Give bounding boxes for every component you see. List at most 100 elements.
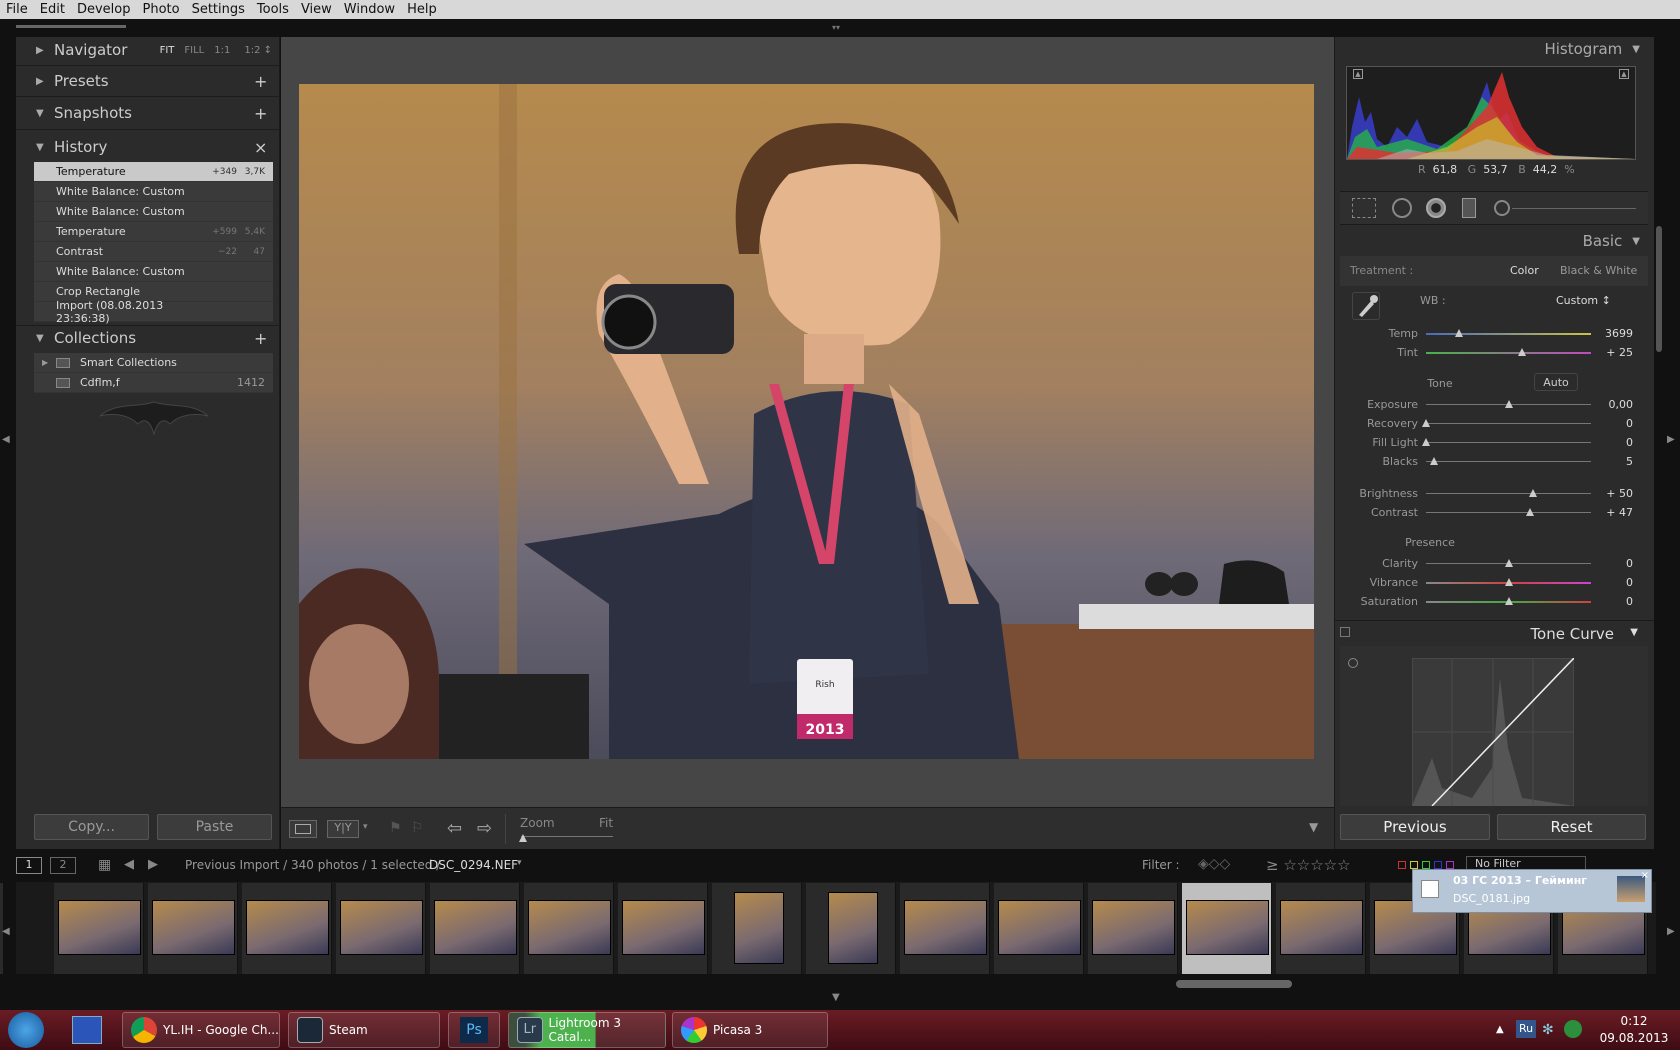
wb-dropdown[interactable]: Custom ↕ [1556, 294, 1611, 307]
filmstrip-thumbnail[interactable] [618, 883, 708, 974]
shadow-clip-toggle-icon[interactable]: ▲ [1353, 69, 1363, 79]
recovery-slider-knob[interactable] [1422, 419, 1430, 427]
reject-flag-icon[interactable]: ⚐ [411, 820, 424, 836]
network-icon[interactable]: ✻ [1542, 1022, 1554, 1038]
nav-fill[interactable]: FILL [184, 45, 204, 56]
reset-button[interactable]: Reset [1497, 814, 1646, 840]
filmstrip-thumbnail[interactable] [524, 883, 614, 974]
nav-fit[interactable]: FIT [160, 45, 175, 56]
menu-develop[interactable]: Develop [71, 2, 137, 17]
clarity-slider-knob[interactable] [1504, 559, 1513, 567]
dropdown-arrow-icon[interactable]: ▾ [363, 822, 368, 832]
filmstrip-thumbnail[interactable] [242, 883, 332, 974]
brightness-slider[interactable] [1426, 493, 1591, 494]
saturation-value[interactable]: 0 [1593, 595, 1633, 608]
purple-label-filter-icon[interactable] [1446, 861, 1454, 869]
panel-grip-icon[interactable]: ▾▾ [832, 23, 846, 32]
filmstrip-thumbnail[interactable] [1088, 883, 1178, 974]
vibrance-slider-knob[interactable] [1504, 578, 1513, 586]
treatment-bw[interactable]: Black & White [1560, 264, 1637, 277]
brush-slider[interactable] [1512, 208, 1636, 209]
history-step[interactable]: Temperature +599 5,4K [34, 222, 273, 242]
treatment-color[interactable]: Color [1510, 264, 1539, 277]
menu-help[interactable]: Help [401, 2, 443, 17]
menu-window[interactable]: Window [338, 2, 401, 17]
spot-removal-icon[interactable] [1392, 198, 1412, 218]
monitor-1-button[interactable]: 1 [16, 857, 42, 874]
clarity-value[interactable]: 0 [1593, 557, 1633, 570]
add-preset-icon[interactable]: + [254, 72, 280, 91]
blacks-slider-knob[interactable] [1430, 457, 1439, 465]
monitor-2-button[interactable]: 2 [50, 857, 76, 874]
filmstrip-thumbnail[interactable] [806, 883, 896, 974]
close-icon[interactable]: × [1641, 870, 1649, 881]
histogram-header[interactable]: Histogram ▼ [1334, 36, 1654, 62]
contrast-value[interactable]: + 47 [1593, 506, 1633, 519]
right-panel-toggle-icon[interactable]: ▶ [1667, 434, 1675, 445]
menu-view[interactable]: View [295, 2, 338, 17]
filmstrip-thumbnail[interactable] [994, 883, 1084, 974]
task-steam[interactable]: Steam [288, 1012, 440, 1048]
temp-slider[interactable] [1426, 333, 1591, 335]
expand-triangle-icon[interactable]: ▶ [42, 358, 56, 367]
task-lightroom[interactable]: Lr Lightroom 3 Catal... [508, 1012, 666, 1048]
temp-slider-knob[interactable] [1455, 329, 1463, 337]
red-eye-icon[interactable] [1426, 198, 1446, 218]
history-step[interactable]: White Balance: Custom [34, 262, 273, 282]
source-path[interactable]: Previous Import / 340 photos / 1 selecte… [185, 858, 440, 872]
zoom-slider[interactable] [521, 836, 613, 837]
star-filter[interactable]: ≥ ☆☆☆☆☆ [1266, 856, 1351, 874]
tint-slider[interactable] [1426, 352, 1591, 354]
red-label-filter-icon[interactable] [1398, 861, 1406, 869]
flag-filter-icons[interactable]: ◈◇◇ [1198, 856, 1230, 872]
zoom-slider-knob[interactable] [519, 834, 527, 842]
tonecurve-graph[interactable] [1412, 658, 1574, 806]
language-indicator[interactable]: Ru [1516, 1020, 1536, 1038]
wb-selector-button[interactable] [1352, 292, 1380, 320]
tray-expand-icon[interactable]: ▲ [1496, 1024, 1504, 1035]
collections-header[interactable]: ▼ Collections + [16, 323, 280, 353]
flag-icon[interactable]: ⚑ [389, 820, 402, 836]
next-arrow-icon[interactable]: ⇨ [477, 818, 492, 839]
filmstrip-right-toggle-icon[interactable]: ▶ [1667, 926, 1675, 937]
task-chrome[interactable]: YL.IH - Google Ch... [122, 1012, 280, 1048]
collection-row-cdflmf[interactable]: Cdflm,f 1412 [34, 373, 273, 393]
recovery-slider[interactable] [1426, 423, 1591, 424]
forward-arrow-icon[interactable]: ▶ [148, 857, 158, 872]
menu-edit[interactable]: Edit [34, 2, 71, 17]
clock-time[interactable]: 0:12 [1604, 1014, 1664, 1028]
fill-light-value[interactable]: 0 [1593, 436, 1633, 449]
menu-photo[interactable]: Photo [136, 2, 185, 17]
brightness-value[interactable]: + 50 [1593, 487, 1633, 500]
history-step[interactable]: White Balance: Custom [34, 182, 273, 202]
toolbar-menu-icon[interactable]: ▼ [1309, 820, 1318, 834]
graduated-filter-icon[interactable] [1462, 198, 1476, 218]
brightness-slider-knob[interactable] [1529, 489, 1538, 497]
loupe-view-button[interactable] [289, 820, 317, 838]
task-photoshop[interactable]: Ps [448, 1012, 500, 1048]
collection-row-smart[interactable]: ▶ Smart Collections [34, 353, 273, 373]
clock-date[interactable]: 09.08.2013 [1596, 1031, 1672, 1045]
menu-file[interactable]: File [0, 2, 34, 17]
history-step[interactable]: White Balance: Custom [34, 202, 273, 222]
adjustment-brush-icon[interactable] [1494, 200, 1510, 216]
contrast-slider[interactable] [1426, 512, 1591, 513]
auto-tone-button[interactable]: Auto [1534, 373, 1578, 391]
filmstrip-thumbnail[interactable] [1276, 883, 1366, 974]
filmstrip-thumbnail[interactable] [148, 883, 238, 974]
add-collection-icon[interactable]: + [254, 329, 280, 348]
temp-value[interactable]: 3699 [1593, 327, 1633, 340]
nav-1to2[interactable]: 1:2 ↕ [244, 45, 272, 56]
blacks-slider[interactable] [1426, 461, 1591, 462]
green-label-filter-icon[interactable] [1422, 861, 1430, 869]
grid-view-icon[interactable]: ▦ [98, 857, 111, 873]
menu-tools[interactable]: Tools [251, 2, 295, 17]
tonecurve-header[interactable]: Tone Curve ▼ [1334, 620, 1654, 646]
security-icon[interactable] [1564, 1020, 1582, 1038]
history-step[interactable]: Temperature +349 3,7K [34, 162, 273, 182]
clear-history-icon[interactable]: × [254, 138, 280, 157]
target-adjust-icon[interactable] [1348, 658, 1358, 668]
blue-label-filter-icon[interactable] [1434, 861, 1442, 869]
presets-header[interactable]: ▶ Presets + [16, 66, 280, 96]
fill-light-slider[interactable] [1426, 442, 1591, 443]
